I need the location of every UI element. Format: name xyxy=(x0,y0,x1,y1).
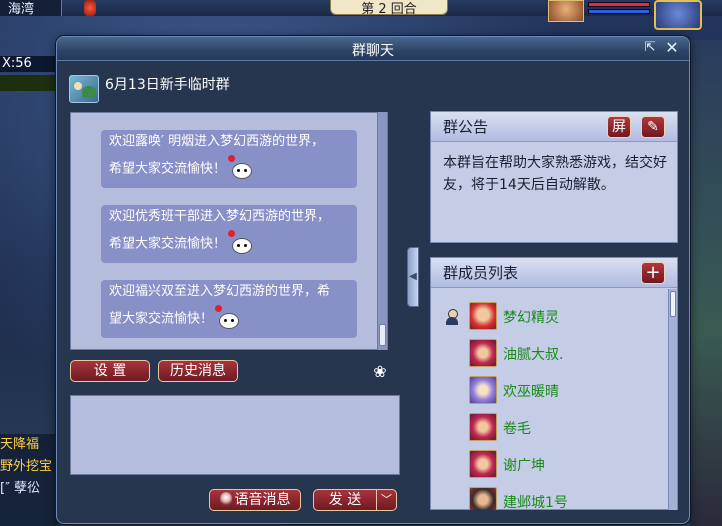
history-button[interactable]: 历史消息 xyxy=(158,360,238,382)
member-list-panel: 群成员列表 + 梦幻精灵 油腻大叔. 欢巫暖晴 卷毛 谢广坤 建邺城1号 xyxy=(430,257,678,510)
close-icon[interactable]: ✕ xyxy=(663,39,681,57)
send-label: 发 送 xyxy=(328,492,362,508)
voice-message-button[interactable]: 语音消息 xyxy=(209,489,301,511)
edit-icon[interactable]: ✎ xyxy=(641,116,665,138)
scrollbar-thumb[interactable] xyxy=(670,291,676,317)
member-item[interactable]: 欢巫暖晴 xyxy=(431,375,667,405)
message-scrollbar[interactable] xyxy=(377,112,387,350)
message-input[interactable] xyxy=(70,395,400,475)
pet-avatar[interactable] xyxy=(548,0,584,22)
message-text: 希望大家交流愉快！ xyxy=(109,236,227,252)
send-button[interactable]: 发 送 ﹀ xyxy=(313,489,397,511)
member-list-scrollbar[interactable] xyxy=(668,289,677,510)
settings-button[interactable]: 设 置 xyxy=(70,360,150,382)
emote-icon[interactable]: ❀ xyxy=(369,362,391,382)
member-name: 卷毛 xyxy=(503,421,531,437)
chat-line: 野外挖宝 xyxy=(0,459,53,474)
voice-label: 语音消息 xyxy=(234,492,291,508)
lantern-icon xyxy=(84,0,96,16)
chevron-down-icon[interactable]: ﹀ xyxy=(376,490,396,510)
member-item[interactable]: 梦幻精灵 xyxy=(431,301,667,331)
message-text: 希望大家交流愉快！ xyxy=(109,161,227,177)
member-item[interactable]: 建邺城1号 xyxy=(431,486,667,510)
hp-bar xyxy=(588,2,650,7)
member-avatar xyxy=(469,450,497,478)
member-name: 谢广坤 xyxy=(503,458,545,474)
announcement-text: 本群旨在帮助大家熟悉游戏，结交好友，将于14天后自动解散。 xyxy=(443,155,667,193)
chat-line: [″ 孽彸 xyxy=(0,481,41,496)
group-chat-dialog: 群聊天 ⇱ ✕ 6月13日新手临时群 欢迎露唤′ 明烟进入梦幻西游的世界， 希望… xyxy=(56,36,690,524)
member-avatar xyxy=(469,339,497,367)
chat-line: 天降福 xyxy=(0,437,40,452)
scene-background-right xyxy=(690,40,722,526)
member-list[interactable]: 梦幻精灵 油腻大叔. 欢巫暖晴 卷毛 谢广坤 建邺城1号 xyxy=(431,289,667,510)
message-text: 望大家交流愉快！ xyxy=(109,311,214,327)
pop-out-icon[interactable]: ⇱ xyxy=(641,39,659,57)
member-item[interactable]: 卷毛 xyxy=(431,412,667,442)
coordinates: X:56 xyxy=(0,56,58,72)
member-item[interactable]: 油腻大叔. xyxy=(431,338,667,368)
round-indicator: 第 2 回合 xyxy=(330,0,448,17)
member-name: 欢巫暖晴 xyxy=(503,384,559,400)
dialog-titlebar[interactable]: 群聊天 ⇱ ✕ xyxy=(57,37,689,61)
admin-icon xyxy=(445,309,459,325)
smiley-emote-icon xyxy=(215,305,241,329)
scrollbar-thumb[interactable] xyxy=(379,324,386,346)
member-item[interactable]: 谢广坤 xyxy=(431,449,667,479)
message-bubble: 欢迎露唤′ 明烟进入梦幻西游的世界， 希望大家交流愉快！ xyxy=(101,130,357,188)
left-hud-buttons[interactable] xyxy=(0,75,58,91)
group-avatar-icon xyxy=(69,75,99,103)
member-name: 建邺城1号 xyxy=(503,495,568,510)
map-name: 海湾 xyxy=(0,0,62,17)
message-text: 欢迎福兴双至进入梦幻西游的世界，希 xyxy=(109,284,331,299)
collapse-panel-toggle[interactable]: ◀ xyxy=(407,247,419,307)
add-member-button[interactable]: + xyxy=(641,262,665,284)
member-name: 梦幻精灵 xyxy=(503,310,559,326)
world-chat-panel: 天降福 野外挖宝 [″ 孽彸 xyxy=(0,434,58,526)
announcement-panel: 群公告 屏 ✎ 本群旨在帮助大家熟悉游戏，结交好友，将于14天后自动解散。 xyxy=(430,111,678,243)
message-bubble: 欢迎福兴双至进入梦幻西游的世界，希 望大家交流愉快！ xyxy=(101,280,357,338)
smiley-emote-icon xyxy=(228,155,254,179)
mp-bar xyxy=(588,9,650,14)
message-history[interactable]: 欢迎露唤′ 明烟进入梦幻西游的世界， 希望大家交流愉快！ 欢迎优秀班干部进入梦幻… xyxy=(70,112,388,350)
dialog-title: 群聊天 xyxy=(352,43,394,59)
microphone-icon xyxy=(219,492,232,506)
player-avatar[interactable] xyxy=(654,0,702,30)
smiley-emote-icon xyxy=(228,230,254,254)
group-name: 6月13日新手临时群 xyxy=(105,77,230,93)
status-bars xyxy=(588,2,650,18)
member-avatar xyxy=(469,487,497,510)
message-bubble: 欢迎优秀班干部进入梦幻西游的世界， 希望大家交流愉快！ xyxy=(101,205,357,263)
member-avatar xyxy=(469,413,497,441)
member-avatar xyxy=(469,302,497,330)
member-avatar xyxy=(469,376,497,404)
member-name: 油腻大叔. xyxy=(503,347,564,363)
block-button[interactable]: 屏 xyxy=(607,116,631,138)
